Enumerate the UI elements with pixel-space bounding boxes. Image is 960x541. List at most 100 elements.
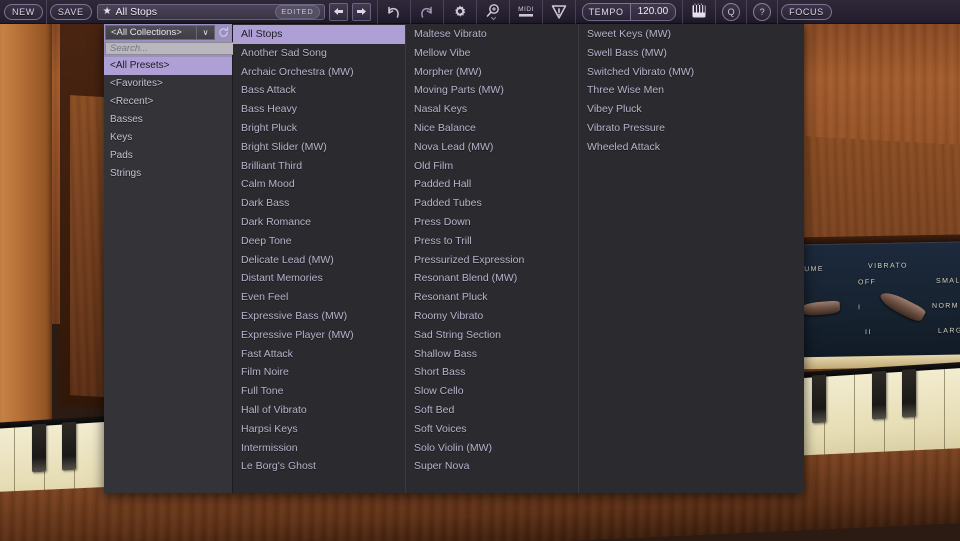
preset-list-item[interactable]: Soft Voices [406,420,578,439]
preset-list-item[interactable]: Soft Bed [406,401,578,420]
preset-list-item[interactable]: Le Borg's Ghost [233,457,405,476]
new-button[interactable]: NEW [4,3,43,20]
preset-list-item[interactable]: Sweet Keys (MW) [579,25,752,44]
preset-list-item[interactable]: Calm Mood [233,175,405,194]
preset-list-item[interactable]: Padded Hall [406,175,578,194]
chevron-down-icon[interactable]: ∨ [197,25,215,40]
preset-list-item[interactable]: Pressurized Expression [406,251,578,270]
search-input[interactable] [105,42,239,55]
refresh-icon[interactable] [215,25,231,40]
vibrato-label: VIBRATO [868,262,908,271]
sidebar-item-keys[interactable]: Keys [104,129,232,147]
vibrato-one-label: I [858,304,862,312]
preset-list-item[interactable]: Swell Bass (MW) [579,44,752,63]
collection-select[interactable]: <All Collections> [105,25,197,40]
preset-list-item[interactable]: Switched Vibrato (MW) [579,63,752,82]
preset-list-item[interactable]: Shallow Bass [406,345,578,364]
preset-list-item[interactable]: Hall of Vibrato [233,401,405,420]
preset-list-item[interactable]: Fast Attack [233,345,405,364]
undo-button[interactable] [383,1,405,23]
preset-list-item[interactable]: Bright Pluck [233,119,405,138]
preset-list-item[interactable]: Sad String Section [406,326,578,345]
settings-button[interactable] [449,1,471,23]
preset-list-item[interactable]: Even Feel [233,288,405,307]
sidebar-item-strings[interactable]: Strings [104,165,232,183]
preset-list-item[interactable]: Morpher (MW) [406,63,578,82]
size-norm-label: NORM [932,302,959,311]
preset-list-item[interactable]: Vibrato Pressure [579,119,752,138]
help-button[interactable]: ? [753,2,772,21]
sidebar-category-list: <All Presets> <Favorites> <Recent> Basse… [104,57,232,493]
tempo-control[interactable]: TEMPO 120.00 [581,2,677,21]
redo-button[interactable] [416,1,438,23]
preset-list-item[interactable]: Vibey Pluck [579,100,752,119]
control-plate: VOLUME VIBRATO OFF I II SMALL NORM LARGE [790,241,960,363]
preset-list-item[interactable]: Slow Cello [406,382,578,401]
preset-list-item[interactable]: Press to Trill [406,232,578,251]
preset-list-item[interactable]: Padded Tubes [406,194,578,213]
favorite-star-icon[interactable]: ★ [103,6,112,17]
preset-list-item[interactable]: Deep Tone [233,232,405,251]
preset-list-item[interactable]: Dark Bass [233,194,405,213]
sidebar-item-all-presets[interactable]: <All Presets> [104,57,232,75]
preset-list-item[interactable]: Super Nova [406,457,578,476]
midi-button[interactable]: MIDI [515,1,537,23]
preset-list-item[interactable]: Press Down [406,213,578,232]
preset-list-item[interactable]: Solo Violin (MW) [406,439,578,458]
toolbar-divider [777,0,779,24]
preset-list-item[interactable]: Old Film [406,157,578,176]
quantize-button[interactable]: Q [722,2,741,21]
save-button[interactable]: SAVE [49,3,92,20]
focus-button[interactable]: FOCUS [781,3,832,20]
gear-icon [454,5,465,17]
sidebar-item-recent[interactable]: <Recent> [104,93,232,111]
preset-list-item[interactable]: Three Wise Men [579,81,752,100]
preset-list-item[interactable]: Archaic Orchestra (MW) [233,63,405,82]
preset-list-item[interactable]: Expressive Player (MW) [233,326,405,345]
preset-list-item[interactable]: Full Tone [233,382,405,401]
toolbar-divider [574,0,576,24]
keyboard-button[interactable] [688,1,710,23]
preset-list-item[interactable]: Bright Slider (MW) [233,138,405,157]
preset-list-item[interactable]: Bass Attack [233,81,405,100]
toolbar-divider [409,0,411,24]
preset-list-item[interactable]: Resonant Blend (MW) [406,269,578,288]
preset-list-item[interactable]: Nova Lead (MW) [406,138,578,157]
sidebar-item-basses[interactable]: Basses [104,111,232,129]
preset-list-item[interactable]: Distant Memories [233,269,405,288]
next-preset-button[interactable] [351,2,371,21]
vibrato-lever[interactable] [877,288,927,324]
preset-list-item[interactable]: Film Noire [233,363,405,382]
panic-button[interactable] [548,1,570,23]
preset-name-field[interactable]: ★ All Stops EDITED [96,3,325,20]
toolbar-divider [376,0,378,24]
preset-list-item[interactable]: Moving Parts (MW) [406,81,578,100]
preset-list-item[interactable]: Wheeled Attack [579,138,752,157]
preset-list-item[interactable]: Brilliant Third [233,157,405,176]
toolbar-divider [541,0,543,24]
preset-list-item[interactable]: Resonant Pluck [406,288,578,307]
previous-preset-button[interactable] [328,2,348,21]
preset-list-item[interactable]: Bass Heavy [233,100,405,119]
preset-list-item[interactable]: All Stops [233,25,405,44]
sidebar-item-favorites[interactable]: <Favorites> [104,75,232,93]
preset-list-item[interactable]: Intermission [233,439,405,458]
preset-list-item[interactable]: Maltese Vibrato [406,25,578,44]
preset-list-item[interactable]: Mellow Vibe [406,44,578,63]
preset-list-item[interactable]: Another Sad Song [233,44,405,63]
preset-list-item[interactable]: Nice Balance [406,119,578,138]
preset-list-item[interactable]: Dark Romance [233,213,405,232]
preset-list-item[interactable]: Nasal Keys [406,100,578,119]
preset-list-item[interactable]: Roomy Vibrato [406,307,578,326]
zoom-button[interactable] [482,1,504,23]
preset-list-item[interactable]: Harpsi Keys [233,420,405,439]
tempo-value[interactable]: 120.00 [629,3,676,20]
preset-list-item[interactable]: Expressive Bass (MW) [233,307,405,326]
sidebar-item-pads[interactable]: Pads [104,147,232,165]
size-large-label: LARGE [938,327,960,335]
preset-name-label: All Stops [115,5,157,18]
volume-lever[interactable] [797,300,841,317]
preset-list-item[interactable]: Short Bass [406,363,578,382]
preset-list-item[interactable]: Delicate Lead (MW) [233,251,405,270]
vibrato-off-label: OFF [858,279,877,287]
